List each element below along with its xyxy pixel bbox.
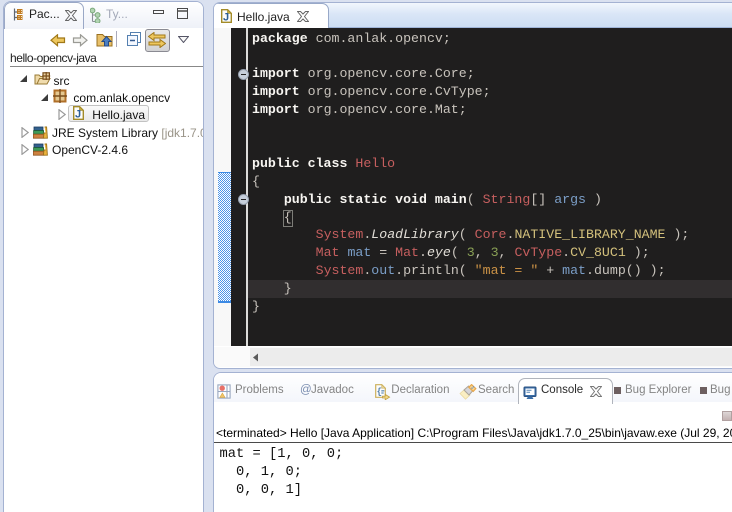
svg-text:{: { — [376, 387, 381, 397]
svg-text:J: J — [75, 109, 81, 120]
svg-text:J: J — [223, 11, 229, 22]
